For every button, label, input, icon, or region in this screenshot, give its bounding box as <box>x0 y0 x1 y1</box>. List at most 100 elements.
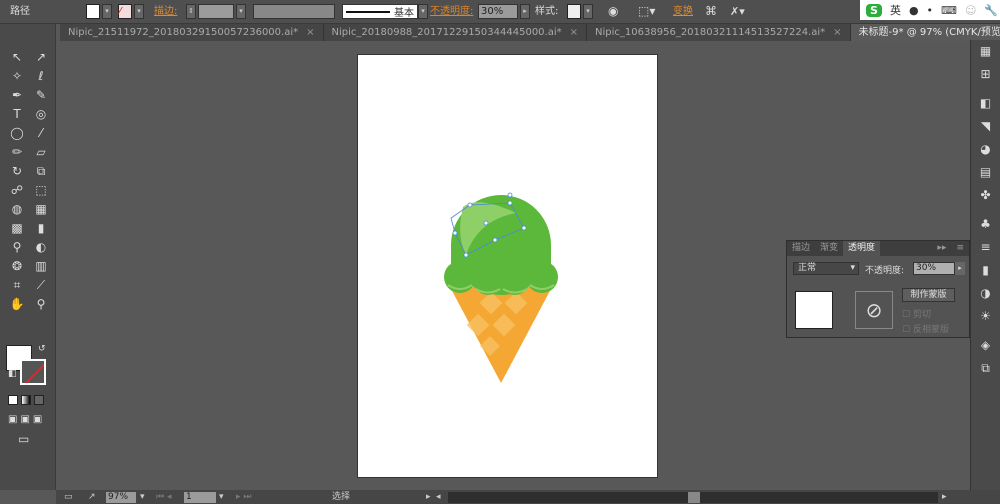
layers-icon[interactable]: ◈ <box>971 334 1000 357</box>
eraser-tool[interactable]: ▱ <box>29 143 53 161</box>
transform-link[interactable]: 变换 <box>673 4 693 19</box>
no-mask-icon[interactable]: ⊘ <box>855 291 893 329</box>
gradient-mode-icon[interactable] <box>21 395 31 405</box>
user-icon[interactable]: ☺ <box>965 4 976 17</box>
mesh-tool[interactable]: ▩ <box>5 219 29 237</box>
artboard-number-input[interactable]: 1 <box>184 492 216 503</box>
stroke-label[interactable]: 描边: <box>154 4 177 19</box>
pen-tool[interactable]: ✒ <box>5 86 29 104</box>
symbols-icon[interactable]: ✤ <box>971 184 1000 207</box>
stroke-profile-select[interactable]: 基本 <box>342 4 418 19</box>
collapse-icon[interactable]: ▸▸ <box>932 241 951 256</box>
column-graph-tool[interactable]: ▥ <box>29 257 53 275</box>
symbol-sprayer-tool[interactable]: ❂ <box>5 257 29 275</box>
isolate-icon[interactable]: ⌘ <box>705 4 717 19</box>
appearance-icon[interactable]: ☀ <box>971 305 1000 328</box>
fill-swatch[interactable] <box>86 4 100 19</box>
swatches-icon[interactable]: ▤ <box>971 161 1000 184</box>
paintbrush-tool[interactable]: ⁄ <box>29 124 53 142</box>
gradient-tool[interactable]: ▮ <box>29 219 53 237</box>
fill-dropdown[interactable]: ▾ <box>102 4 112 19</box>
eyedropper-tool[interactable]: ⚲ <box>5 238 29 256</box>
artboard-tool[interactable]: ⌗ <box>5 276 29 294</box>
spiral-tool[interactable]: ◎ <box>29 105 53 123</box>
recolor-icon[interactable]: ◉ <box>608 4 618 19</box>
scroll-right-arrow[interactable]: ▸ <box>942 492 947 503</box>
palette-icon[interactable]: ◕ <box>971 138 1000 161</box>
opacity-arrow[interactable]: ▸ <box>520 4 530 19</box>
keyboard-icon[interactable]: ⌨ <box>941 4 957 17</box>
invert-mask-checkbox[interactable]: ☐ 反相蒙版 <box>902 322 949 335</box>
grid-icon[interactable]: ▦ <box>971 40 1000 63</box>
zoom-dropdown[interactable]: ▾ <box>140 492 145 503</box>
stroke-swatch[interactable]: ⁄ <box>118 4 132 19</box>
tab-transparency[interactable]: 透明度 <box>843 241 881 256</box>
perspective-tool[interactable]: ▦ <box>29 200 53 218</box>
zoom-tool[interactable]: ⚲ <box>29 295 53 313</box>
close-icon[interactable]: × <box>570 27 578 38</box>
punctuation-icon[interactable]: ● <box>909 4 919 17</box>
hand-tool[interactable]: ✋ <box>5 295 29 313</box>
warp-tool[interactable]: ☍ <box>5 181 29 199</box>
dot-icon[interactable]: • <box>927 4 934 17</box>
brush-icon[interactable]: ◥ <box>971 115 1000 138</box>
scrollbar-thumb[interactable] <box>688 492 700 503</box>
opacity-slider-arrow[interactable]: ▸ <box>955 262 965 275</box>
panel-menu-icon[interactable]: ≡ <box>951 241 969 256</box>
rotate-tool[interactable]: ↻ <box>5 162 29 180</box>
direct-selection-tool[interactable]: ↗ <box>29 48 53 66</box>
scale-tool[interactable]: ⧉ <box>29 162 53 180</box>
share-icon[interactable]: ↗ <box>88 492 96 503</box>
document-tab[interactable]: Nipic_10638956_20180321114513527224.ai* × <box>587 24 851 41</box>
artboard-dropdown[interactable]: ▾ <box>219 492 224 503</box>
object-thumbnail[interactable] <box>795 291 833 329</box>
pathfinder-icon[interactable]: ◧ <box>971 92 1000 115</box>
stroke-weight-dropdown[interactable]: ▾ <box>236 4 246 19</box>
zoom-input[interactable]: 97% <box>106 492 136 503</box>
document-tab[interactable]: Nipic_20180988_20171229150344445000.ai* × <box>323 24 588 41</box>
gradient-icon[interactable]: ▮ <box>971 259 1000 282</box>
stroke-color-box[interactable] <box>20 359 46 385</box>
document-tab[interactable]: Nipic_21511972_20180329150057236000.ai* × <box>60 24 324 41</box>
tab-gradient[interactable]: 渐变 <box>815 241 843 256</box>
make-mask-button[interactable]: 制作蒙版 <box>902 288 955 302</box>
color-mode-icon[interactable] <box>8 395 18 405</box>
screen-mode-icon[interactable]: ▭ <box>18 432 29 446</box>
style-swatch[interactable] <box>567 4 581 19</box>
ice-cream-artwork[interactable] <box>358 55 659 479</box>
ime-language[interactable]: 英 <box>890 2 901 18</box>
clip-checkbox[interactable]: ☐ 剪切 <box>902 307 931 320</box>
default-colors-icon[interactable]: ◧ <box>8 369 17 379</box>
document-tab-active[interactable]: 未标题-9* @ 97% (CMYK/预览)× <box>850 24 1000 41</box>
stroke-weight-input[interactable] <box>198 4 234 19</box>
type-tool[interactable]: T <box>5 105 29 123</box>
selection-tool[interactable]: ↖ <box>5 48 29 66</box>
free-transform-tool[interactable]: ⬚ <box>29 181 53 199</box>
opacity-input[interactable]: 30% <box>913 262 955 275</box>
stroke-dropdown[interactable]: ▾ <box>134 4 144 19</box>
next-artboard-button[interactable]: ▸ ⏭ <box>236 492 251 503</box>
none-mode-icon[interactable] <box>34 395 44 405</box>
options-icon[interactable]: ✗▾ <box>730 4 745 19</box>
curvature-tool[interactable]: ✎ <box>29 86 53 104</box>
ellipse-tool[interactable]: ◯ <box>5 124 29 142</box>
wrench-icon[interactable]: 🔧 <box>984 4 998 17</box>
scroll-left-arrow[interactable]: ◂ <box>436 492 441 503</box>
artboard[interactable] <box>357 54 658 478</box>
variable-width-select[interactable] <box>253 4 335 19</box>
artboard-nav-icon[interactable]: ▭ <box>64 492 73 503</box>
swap-colors-icon[interactable]: ↺ <box>38 344 46 354</box>
stroke-icon[interactable]: ≡ <box>971 236 1000 259</box>
opacity-label[interactable]: 不透明度: <box>430 4 473 19</box>
opacity-input[interactable]: 30% <box>478 4 518 19</box>
club-icon[interactable]: ♣ <box>971 213 1000 236</box>
shape-builder-tool[interactable]: ◍ <box>5 200 29 218</box>
magic-wand-tool[interactable]: ✧ <box>5 67 29 85</box>
cone[interactable] <box>450 287 552 383</box>
lasso-tool[interactable]: ℓ <box>29 67 53 85</box>
transparency-icon[interactable]: ◑ <box>971 282 1000 305</box>
tab-stroke[interactable]: 描边 <box>787 241 815 256</box>
stroke-profile-dropdown[interactable]: ▾ <box>418 4 428 19</box>
artboards-icon[interactable]: ⧉ <box>971 357 1000 380</box>
style-dropdown[interactable]: ▾ <box>583 4 593 19</box>
